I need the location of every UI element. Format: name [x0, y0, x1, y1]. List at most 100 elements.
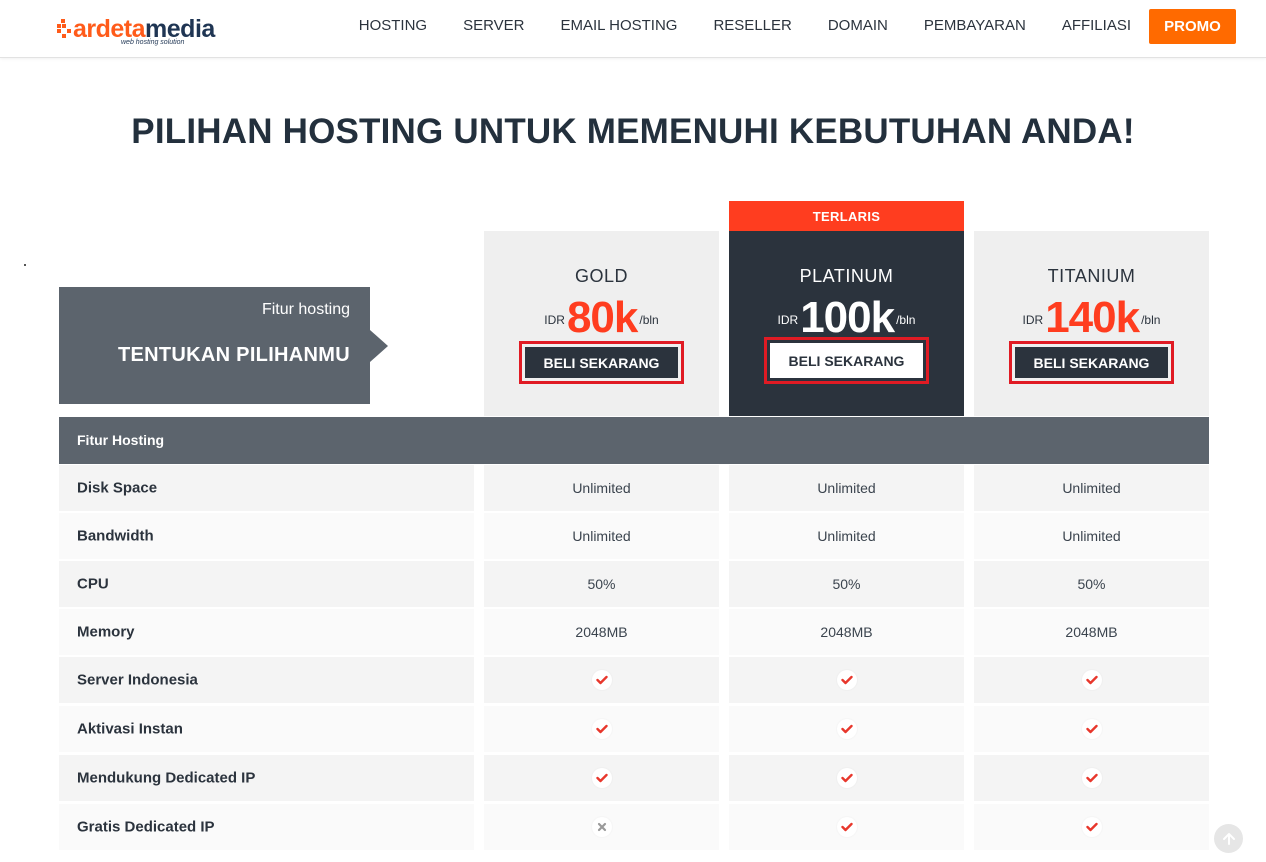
value-cell: Unlimited — [484, 513, 719, 559]
feature-table-title: Fitur Hosting — [77, 432, 165, 448]
value-cell — [729, 804, 964, 850]
price-period: /bln — [1141, 313, 1161, 327]
feature-table-header: Fitur Hosting — [59, 417, 1209, 464]
check-icon — [836, 817, 857, 837]
site-header: ardetamedia web hosting solution HOSTING… — [0, 0, 1266, 58]
check-icon — [591, 670, 612, 690]
value-cell: Unlimited — [484, 465, 719, 511]
arrow-up-icon — [1222, 832, 1235, 845]
plan-titanium: TITANIUM IDR 140k /bln BELI SEKARANG — [974, 231, 1209, 416]
nav-pembayaran[interactable]: PEMBAYARAN — [924, 16, 1026, 36]
check-icon — [836, 768, 857, 788]
buy-gold-button[interactable]: BELI SEKARANG — [519, 341, 684, 384]
plan-name: PLATINUM — [799, 266, 894, 286]
choose-title: TENTUKAN PILIHANMU — [117, 344, 350, 366]
value-cell: Unlimited — [729, 465, 964, 511]
check-icon — [591, 719, 612, 739]
logo-mark-icon — [57, 19, 71, 38]
choose-arrow-icon — [370, 330, 388, 362]
check-icon — [591, 768, 612, 788]
choose-plan-box: Fitur hosting TENTUKAN PILIHANMU — [59, 287, 370, 404]
table-row: Bandwidth Unlimited Unlimited Unlimited — [59, 513, 1209, 559]
value-cell: Unlimited — [974, 465, 1209, 511]
plan-name: TITANIUM — [1047, 266, 1136, 286]
feature-label: Bandwidth — [77, 527, 154, 545]
nav-affiliasi[interactable]: AFFILIASI — [1062, 16, 1131, 36]
plan-price: IDR 140k /bln — [974, 295, 1209, 341]
check-icon — [1081, 670, 1102, 690]
check-icon — [1081, 817, 1102, 837]
plan-name: GOLD — [574, 266, 628, 286]
feature-cell: Bandwidth — [59, 513, 474, 559]
table-row: Mendukung Dedicated IP — [59, 755, 1209, 801]
price-value: 140k — [1045, 293, 1140, 342]
promo-button[interactable]: PROMO — [1149, 8, 1236, 44]
nav-reseller[interactable]: RESELLER — [713, 16, 791, 36]
value-cell: Unlimited — [974, 513, 1209, 559]
plan-gold: GOLD IDR 80k /bln BELI SEKARANG — [484, 231, 719, 416]
table-row: Disk Space Unlimited Unlimited Unlimited — [59, 465, 1209, 511]
bestseller-badge: TERLARIS — [729, 201, 964, 231]
value-cell — [974, 804, 1209, 850]
cross-icon — [591, 817, 612, 837]
value-cell: 50% — [729, 561, 964, 607]
value-cell — [729, 755, 964, 801]
check-icon — [836, 670, 857, 690]
value-cell: 2048MB — [484, 609, 719, 655]
value-cell — [729, 657, 964, 703]
price-currency: IDR — [777, 313, 799, 327]
value-cell: Unlimited — [729, 513, 964, 559]
table-row: CPU 50% 50% 50% — [59, 561, 1209, 607]
plan-platinum: PLATINUM IDR 100k /bln BELI SEKARANG — [729, 231, 964, 416]
check-icon — [1081, 768, 1102, 788]
nav-hosting[interactable]: HOSTING — [359, 16, 427, 36]
feature-label: Memory — [77, 623, 135, 641]
scroll-to-top-button[interactable] — [1214, 824, 1243, 853]
feature-label: Disk Space — [77, 479, 158, 497]
value-cell — [484, 657, 719, 703]
buy-button-label: BELI SEKARANG — [770, 343, 923, 378]
nav-domain[interactable]: DOMAIN — [828, 16, 888, 36]
value-cell — [484, 755, 719, 801]
feature-cell: Gratis Dedicated IP — [59, 804, 474, 850]
feature-label: Aktivasi Instan — [77, 720, 183, 738]
nav-server[interactable]: SERVER — [463, 16, 524, 36]
value-cell: 2048MB — [729, 609, 964, 655]
stray-dot — [24, 264, 26, 266]
value-cell — [974, 657, 1209, 703]
feature-cell: Disk Space — [59, 465, 474, 511]
main-nav: HOSTING SERVER EMAIL HOSTING RESELLER DO… — [323, 0, 1236, 58]
feature-cell: CPU — [59, 561, 474, 607]
logo-tagline: web hosting solution — [121, 39, 185, 46]
buy-platinum-button[interactable]: BELI SEKARANG — [764, 337, 929, 384]
feature-cell: Server Indonesia — [59, 657, 474, 703]
check-icon — [836, 719, 857, 739]
value-cell — [484, 804, 719, 850]
table-row: Memory 2048MB 2048MB 2048MB — [59, 609, 1209, 655]
price-value: 100k — [800, 293, 895, 342]
page-title: PILIHAN HOSTING UNTUK MEMENUHI KEBUTUHAN… — [131, 112, 1135, 151]
price-value: 80k — [566, 293, 638, 342]
nav-email-hosting[interactable]: EMAIL HOSTING — [561, 16, 678, 36]
price-currency: IDR — [544, 313, 565, 327]
price-currency: IDR — [1022, 313, 1044, 327]
price-period: /bln — [639, 313, 659, 327]
value-cell — [729, 706, 964, 752]
table-row: Aktivasi Instan — [59, 706, 1209, 752]
feature-label: Mendukung Dedicated IP — [77, 769, 256, 787]
buy-button-label: BELI SEKARANG — [525, 347, 678, 378]
check-icon — [1081, 719, 1102, 739]
feature-label: CPU — [77, 575, 109, 593]
feature-cell: Mendukung Dedicated IP — [59, 755, 474, 801]
feature-label: Server Indonesia — [77, 671, 198, 689]
buy-titanium-button[interactable]: BELI SEKARANG — [1009, 341, 1174, 384]
plan-price: IDR 100k /bln — [729, 295, 964, 341]
value-cell — [974, 706, 1209, 752]
value-cell: 50% — [484, 561, 719, 607]
value-cell — [484, 706, 719, 752]
plan-price: IDR 80k /bln — [484, 295, 719, 341]
value-cell — [974, 755, 1209, 801]
value-cell: 2048MB — [974, 609, 1209, 655]
logo[interactable]: ardetamedia web hosting solution — [55, 14, 215, 48]
value-cell: 50% — [974, 561, 1209, 607]
